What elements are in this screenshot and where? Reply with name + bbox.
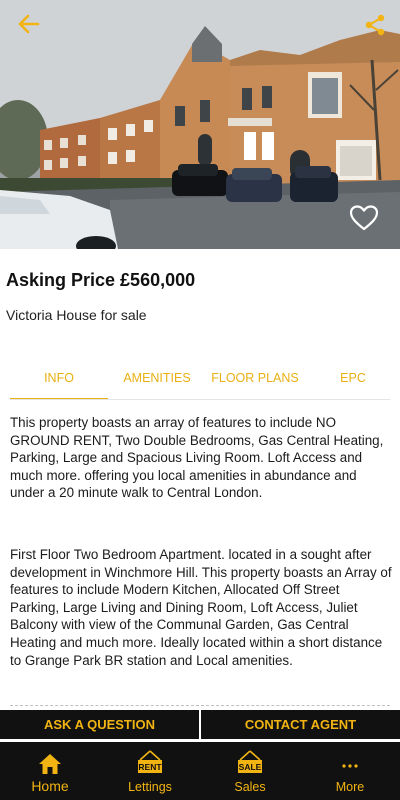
content-divider [10,705,390,706]
nav-label: Home [31,778,69,794]
sale-badge-text: SALE [239,762,262,772]
arrow-left-icon [18,14,40,34]
bottom-navigation: Home RENT Lettings SALE Sales More [0,742,400,800]
home-icon [39,754,61,774]
asking-price: Asking Price £560,000 [6,270,196,290]
nav-item-more[interactable]: More [300,742,400,800]
tab-epc[interactable]: EPC [304,362,400,400]
property-photo [0,0,400,249]
rent-badge-text: RENT [138,762,162,772]
nav-item-sales[interactable]: SALE Sales [200,742,300,800]
property-title: Victoria House for sale [6,307,147,323]
more-dots-icon [342,764,358,768]
detail-tabs: INFO AMENITIES FLOOR PLANS EPC [10,362,400,400]
favorite-button[interactable] [349,204,385,238]
description-paragraph: First Floor Two Bedroom Apartment. locat… [10,546,392,668]
property-photo-illustration [0,0,400,249]
sale-sign-icon: SALE [238,750,262,773]
rent-sign-icon: RENT [138,750,162,773]
share-button[interactable] [364,14,394,44]
description-paragraph: This property boasts an array of feature… [10,415,384,501]
share-icon [365,14,385,36]
contact-agent-button[interactable]: CONTACT AGENT [201,710,400,739]
action-bar: ASK A QUESTION CONTACT AGENT [0,710,400,739]
back-button[interactable] [18,14,48,44]
tab-amenities[interactable]: AMENITIES [108,362,206,400]
tab-floor-plans[interactable]: FLOOR PLANS [206,362,304,400]
nav-label: Sales [234,780,266,794]
nav-item-lettings[interactable]: RENT Lettings [100,742,200,800]
ask-question-button[interactable]: ASK A QUESTION [0,710,199,739]
nav-item-home[interactable]: Home [0,742,100,800]
tabs-divider [10,399,390,400]
property-description: This property boasts an array of feature… [10,414,392,669]
tab-info[interactable]: INFO [10,362,108,400]
nav-label: More [335,780,365,794]
nav-label: Lettings [128,780,172,794]
heart-outline-icon [349,205,379,231]
